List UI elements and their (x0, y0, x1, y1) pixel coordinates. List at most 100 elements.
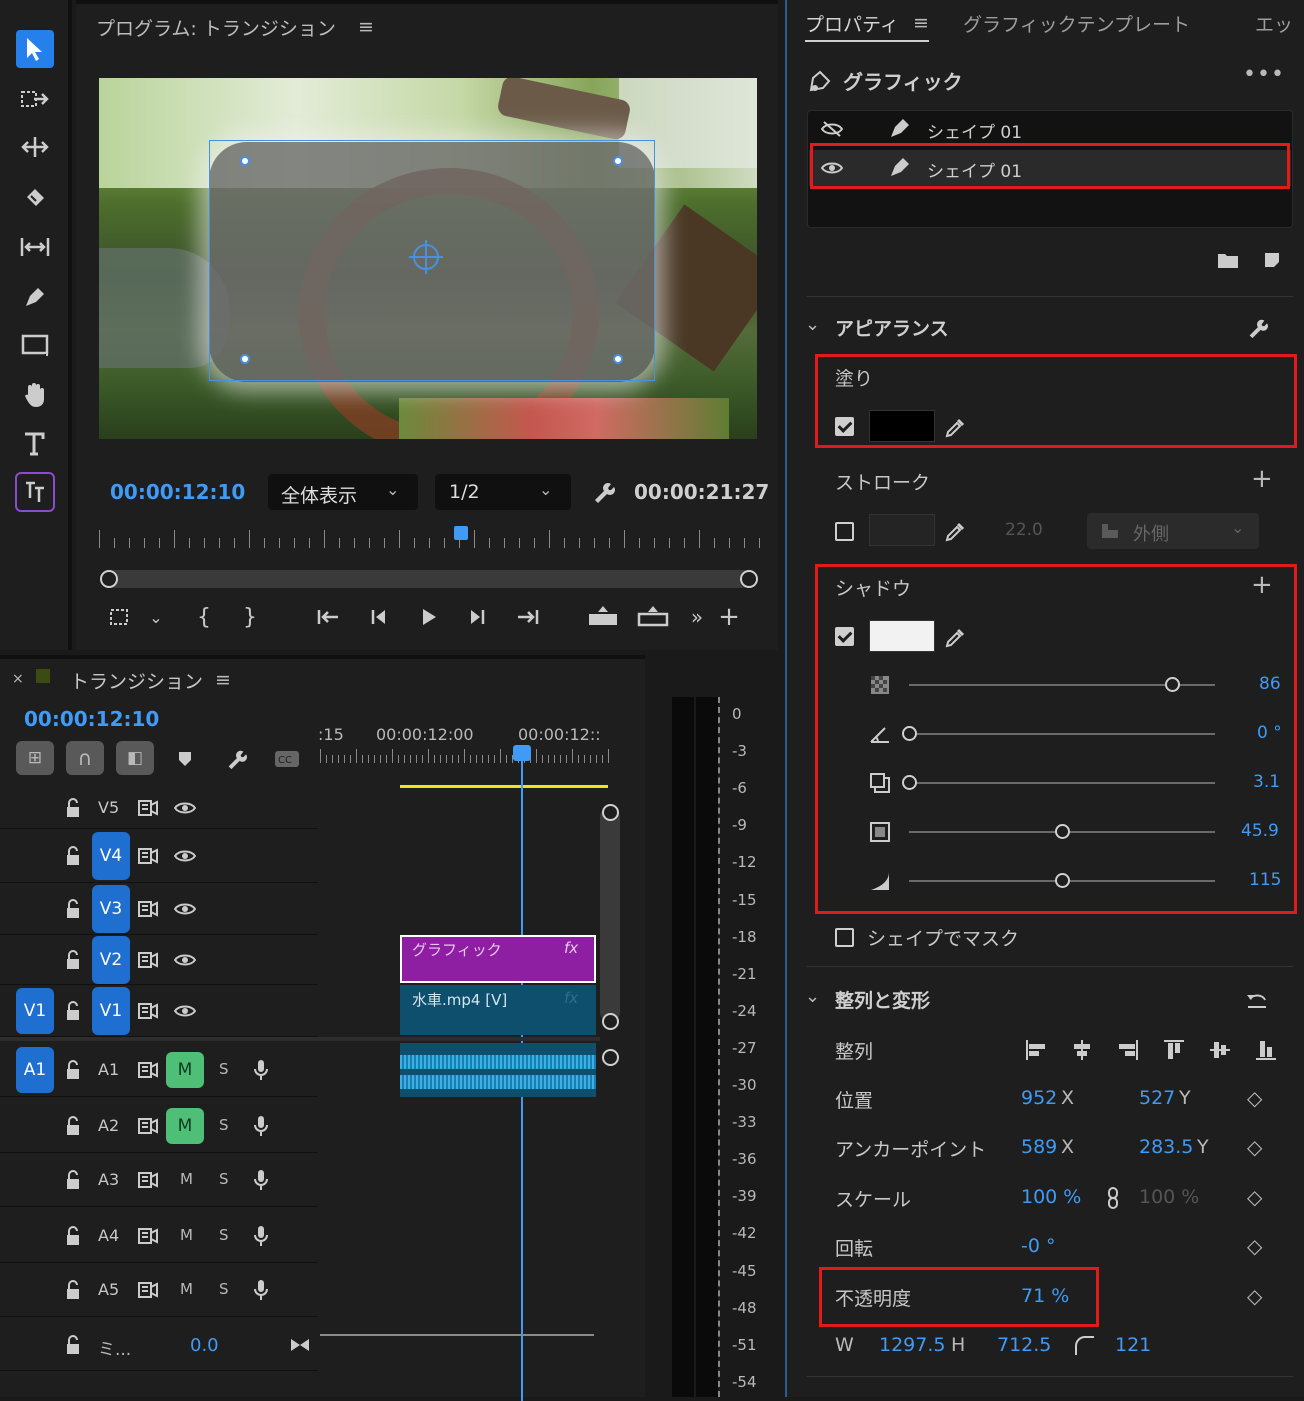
audio-track-header[interactable]: A3 M S (0, 1153, 318, 1207)
sync-lock-icon[interactable] (136, 845, 160, 867)
width-value[interactable]: 1297.5 (879, 1334, 945, 1356)
lock-icon[interactable] (62, 1278, 84, 1302)
wrench-icon[interactable] (1243, 314, 1271, 342)
go-to-in-icon[interactable] (314, 604, 342, 630)
stroke-position-dropdown[interactable]: 外側 ⌄ (1087, 513, 1259, 549)
audio-track-header[interactable]: A4 M S (0, 1209, 318, 1263)
zoom-start-handle[interactable] (100, 570, 118, 588)
type-tool-icon[interactable] (16, 426, 54, 462)
eye-icon[interactable] (172, 1001, 198, 1021)
microphone-icon[interactable] (250, 1224, 272, 1248)
scroll-handle[interactable] (602, 1049, 619, 1066)
solo-button[interactable]: S (219, 1226, 229, 1244)
microphone-icon[interactable] (250, 1114, 272, 1138)
microphone-icon[interactable] (250, 1168, 272, 1192)
step-forward-icon[interactable] (464, 604, 490, 630)
timeline-title[interactable]: トランジション (70, 667, 203, 694)
work-area-bar[interactable] (400, 785, 608, 788)
video-frame[interactable] (99, 78, 757, 439)
scale-value[interactable]: 100 % (1021, 1186, 1081, 1208)
keyframe-icon[interactable]: ◇ (1247, 1135, 1262, 1159)
track-name[interactable]: A5 (98, 1280, 119, 1299)
selection-tool-icon[interactable] (16, 30, 54, 68)
rectangle-tool-icon[interactable] (16, 328, 54, 362)
sync-lock-icon[interactable] (136, 1115, 160, 1137)
sync-lock-icon[interactable] (136, 797, 160, 819)
lock-icon[interactable] (62, 844, 84, 868)
graphic-clip[interactable]: グラフィック fx (400, 935, 596, 983)
source-patch[interactable]: A1 (16, 1047, 54, 1093)
link-icon[interactable] (1103, 1186, 1123, 1210)
lock-icon[interactable] (62, 999, 84, 1023)
microphone-icon[interactable] (250, 1058, 272, 1082)
corner-handle[interactable] (613, 156, 623, 166)
nest-toggle-icon[interactable]: ⊞ (16, 741, 54, 775)
tab-graphic-templates[interactable]: グラフィックテンプレート (963, 10, 1190, 37)
eye-icon[interactable] (172, 846, 198, 866)
lift-icon[interactable] (586, 602, 620, 630)
stroke-swatch[interactable] (869, 514, 935, 546)
mute-button[interactable]: M (166, 1052, 204, 1088)
sync-lock-icon[interactable] (136, 1279, 160, 1301)
wrench-icon[interactable] (588, 478, 618, 506)
source-patch[interactable]: V1 (16, 988, 54, 1034)
lock-icon[interactable] (62, 948, 84, 972)
chevron-down-icon[interactable]: ⌄ (805, 986, 820, 1007)
eyedropper-icon[interactable] (941, 518, 969, 546)
mute-button[interactable]: M (180, 1280, 193, 1298)
corner-handle[interactable] (240, 156, 250, 166)
audio-track-header[interactable]: A2 M S (0, 1099, 318, 1153)
fit-dropdown[interactable]: 全体表示 ⌄ (268, 474, 418, 510)
track-target[interactable]: V4 (92, 832, 130, 880)
corner-radius-value[interactable]: 121 (1115, 1334, 1151, 1356)
program-title[interactable]: プログラム: トランジション (96, 14, 336, 41)
ripple-edit-icon[interactable] (16, 130, 54, 164)
bowtie-icon[interactable] (288, 1335, 312, 1355)
chevron-down-icon[interactable]: ⌄ (805, 314, 820, 335)
add-stroke-icon[interactable]: + (1251, 464, 1273, 494)
video-scrollbar[interactable] (600, 807, 620, 1022)
anchor-x[interactable]: 589 (1021, 1136, 1057, 1158)
more-options-icon[interactable]: ••• (1243, 62, 1285, 87)
mix-value[interactable]: 0.0 (190, 1335, 219, 1356)
eye-icon[interactable] (172, 899, 198, 919)
eye-hidden-icon[interactable] (817, 116, 847, 142)
appearance-header[interactable]: アピアランス (835, 314, 949, 341)
linked-selection-icon[interactable]: ◧ (116, 741, 154, 775)
lock-icon[interactable] (62, 1114, 84, 1138)
mark-in-icon[interactable]: { (194, 604, 214, 630)
scroll-handle[interactable] (602, 1013, 619, 1030)
tab-effects[interactable]: エッ (1255, 10, 1293, 37)
reset-icon[interactable] (1243, 988, 1271, 1014)
mark-out-icon[interactable]: } (240, 604, 260, 630)
resolution-dropdown[interactable]: 1/2 ⌄ (435, 474, 571, 510)
hand-tool-icon[interactable] (16, 378, 54, 412)
align-bottom-icon[interactable] (1253, 1036, 1279, 1064)
mask-checkbox[interactable] (835, 928, 854, 947)
solo-button[interactable]: S (219, 1280, 229, 1298)
microphone-icon[interactable] (250, 1278, 272, 1302)
mix-track-header[interactable]: ミ... 0.0 (0, 1319, 318, 1371)
sync-lock-icon[interactable] (136, 898, 160, 920)
sync-lock-icon[interactable] (136, 1000, 160, 1022)
safe-margins-icon[interactable] (106, 604, 132, 630)
add-button-icon[interactable]: + (718, 602, 740, 632)
wrench-icon[interactable] (222, 745, 250, 773)
video-track-header[interactable]: V2 (0, 935, 318, 985)
video-track-header[interactable]: V1 V1 (0, 985, 318, 1037)
folder-icon[interactable] (1215, 248, 1241, 272)
zoom-scrollbar[interactable] (106, 570, 751, 588)
anchor-y[interactable]: 283.5 (1139, 1136, 1193, 1158)
chevron-down-icon[interactable]: ⌄ (146, 604, 166, 630)
lock-icon[interactable] (62, 897, 84, 921)
track-name[interactable]: A2 (98, 1116, 119, 1135)
position-x[interactable]: 952 (1021, 1087, 1057, 1109)
razor-icon[interactable] (16, 180, 54, 214)
slip-icon[interactable] (16, 230, 54, 264)
timeline-timecode[interactable]: 00:00:12:10 (24, 707, 159, 731)
program-timecode[interactable]: 00:00:12:10 (110, 480, 245, 504)
timeline-ruler[interactable] (320, 749, 610, 763)
panel-menu-icon[interactable]: ≡ (913, 12, 929, 34)
captions-icon[interactable]: CC (272, 745, 302, 773)
panel-menu-icon[interactable]: ≡ (215, 669, 231, 691)
